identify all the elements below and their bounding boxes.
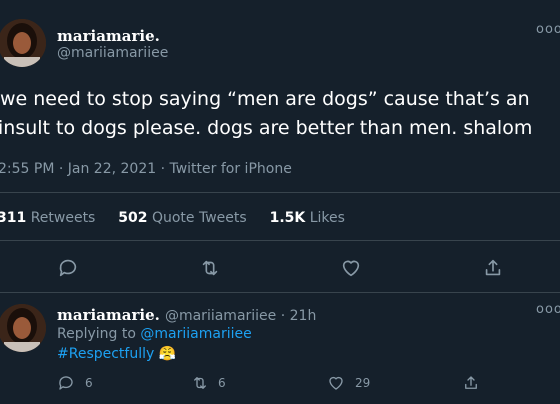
main-tweet-text-line2: insult to dogs please. dogs are better t… [0, 117, 533, 139]
reply-text: #Respectfully 😤 [57, 346, 176, 362]
share-button[interactable] [482, 257, 504, 279]
likes-label: Likes [309, 210, 345, 226]
divider-bottom [0, 292, 560, 293]
replying-to-label: Replying to [57, 326, 136, 342]
steam-emoji: 😤 [158, 346, 177, 362]
likes-stat[interactable]: 1.5K Likes [270, 210, 345, 226]
quotes-count: 502 [118, 210, 148, 226]
reply-reply-count: 6 [85, 376, 93, 390]
retweets-count: 311 [0, 210, 27, 226]
reply-avatar[interactable] [0, 304, 46, 352]
reply-retweet-button[interactable]: 6 [190, 374, 226, 392]
reply-handle-time[interactable]: @mariiamariiee · 21h [165, 308, 316, 324]
reply-like-count: 29 [355, 376, 371, 390]
main-tweet-text-line1: we need to stop saying “men are dogs” ca… [0, 88, 530, 110]
share-icon [465, 376, 477, 389]
reply-reply-button[interactable]: 6 [57, 374, 93, 392]
reply-more-icon[interactable]: ooo [536, 302, 560, 317]
main-display-name[interactable]: mariamarie. [57, 27, 160, 45]
likes-count: 1.5K [269, 210, 306, 226]
retweets-label: Retweets [30, 210, 96, 226]
reply-share-button[interactable] [462, 374, 480, 396]
divider-mid [0, 240, 560, 241]
share-icon [485, 259, 501, 276]
divider-top [0, 192, 560, 193]
retweet-icon [202, 260, 218, 276]
like-icon [329, 376, 343, 390]
reply-header: mariamarie. @mariiamariiee · 21h [57, 305, 316, 324]
reply-icon [59, 376, 73, 390]
retweets-stat[interactable]: 311 Retweets [0, 210, 100, 226]
retweet-button[interactable] [198, 257, 222, 279]
like-icon [342, 260, 360, 277]
reply-display-name[interactable]: mariamarie. [57, 306, 160, 324]
tweet-meta[interactable]: 2:55 PM · Jan 22, 2021 · Twitter for iPh… [0, 161, 292, 177]
replying-to-line: Replying to @mariiamariiee [57, 326, 252, 342]
quotes-label: Quote Tweets [151, 210, 247, 226]
retweet-icon [194, 377, 206, 389]
main-handle[interactable]: @mariiamariiee [57, 45, 168, 61]
reply-icon [59, 259, 77, 277]
quotes-stat[interactable]: 502 Quote Tweets [118, 210, 251, 226]
reply-like-button[interactable]: 29 [327, 374, 370, 392]
reply-button[interactable] [57, 257, 79, 279]
stats-row: 311 Retweets 502 Quote Tweets 1.5K Likes [0, 210, 345, 226]
like-button[interactable] [340, 257, 362, 279]
replying-to-link[interactable]: @mariiamariiee [140, 326, 251, 342]
main-avatar[interactable] [0, 19, 46, 67]
hashtag-link[interactable]: #Respectfully [57, 346, 154, 362]
reply-retweet-count: 6 [218, 376, 226, 390]
main-more-icon[interactable]: ooo [536, 22, 560, 37]
